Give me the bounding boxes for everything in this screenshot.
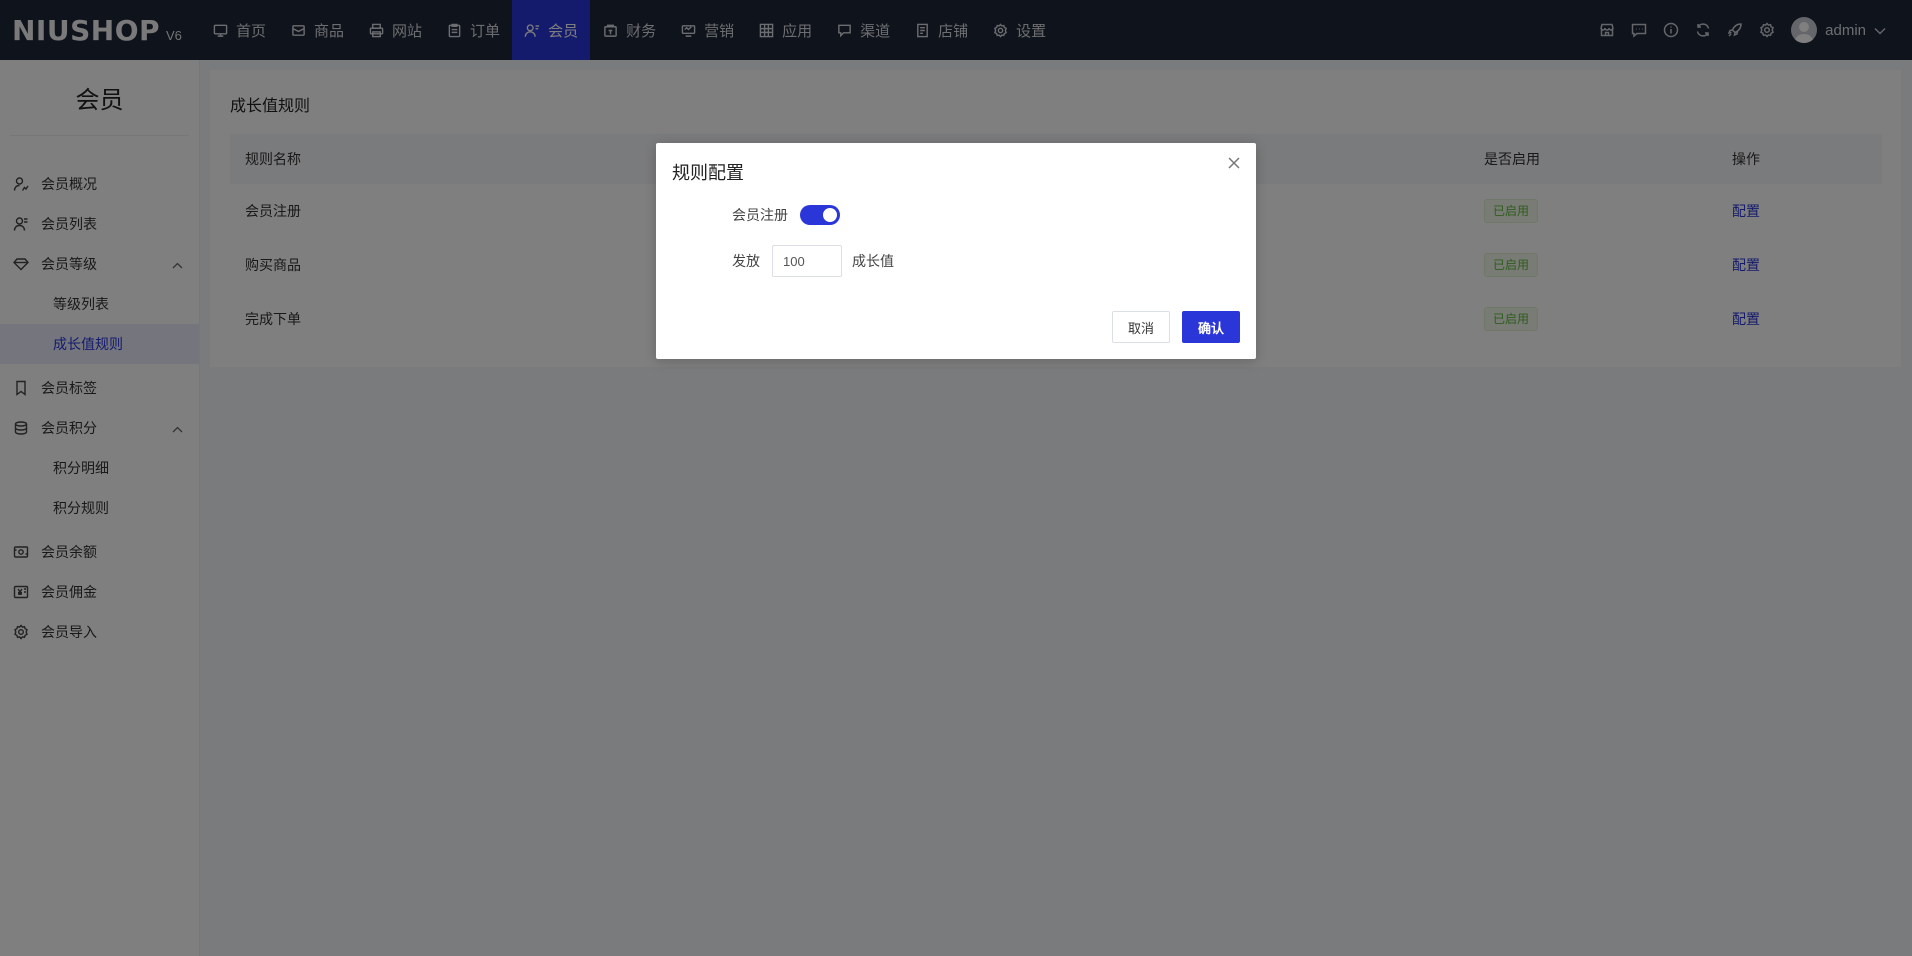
give-label: 发放 bbox=[732, 253, 760, 269]
dialog-title: 规则配置 bbox=[672, 163, 744, 183]
cancel-button[interactable]: 取消 bbox=[1111, 311, 1170, 343]
confirm-button[interactable]: 确认 bbox=[1181, 311, 1240, 343]
close-icon[interactable] bbox=[1226, 155, 1242, 171]
unit-label: 成长值 bbox=[852, 253, 894, 269]
amount-row: 发放 成长值 bbox=[732, 245, 894, 277]
switch-row: 会员注册 bbox=[732, 205, 840, 225]
dialog-actions: 取消 确认 bbox=[1111, 311, 1240, 343]
enable-switch[interactable] bbox=[800, 205, 840, 225]
rule-config-dialog: 规则配置 会员注册 发放 成长值 取消 确认 bbox=[656, 143, 1256, 359]
switch-label: 会员注册 bbox=[732, 207, 788, 223]
growth-amount-input[interactable] bbox=[772, 245, 842, 277]
